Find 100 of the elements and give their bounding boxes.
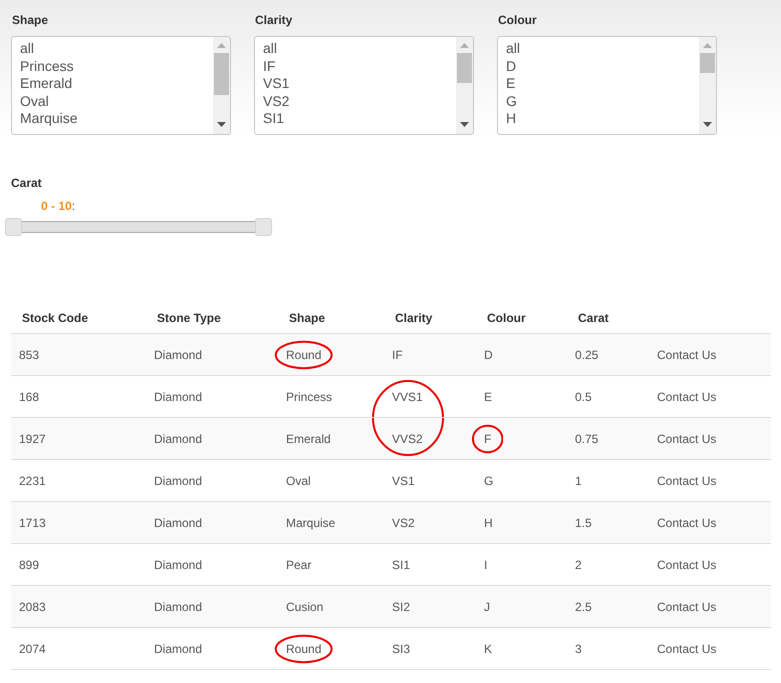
contact-link[interactable]: Contact Us (649, 586, 771, 627)
carat-range-colon: : (72, 199, 76, 214)
list-option[interactable]: D (506, 58, 516, 76)
table-cell-text: 2 (574, 556, 583, 574)
table-cell-text: Diamond (153, 556, 204, 574)
list-option[interactable]: all (506, 40, 520, 58)
list-option[interactable]: all (263, 40, 278, 58)
list-option[interactable]: Oval (20, 92, 49, 110)
scroll-up-icon[interactable] (217, 43, 226, 49)
table-cell-text: Oval (285, 472, 312, 490)
table-cell: VVS1 (370, 376, 470, 417)
table-cell-text: Diamond (153, 640, 204, 658)
table-cell-text: Marquise (285, 514, 336, 532)
list-box[interactable]: all IF VS1 VS2 SI1 (254, 36, 474, 135)
table-cell-text: E (483, 388, 494, 406)
list-option[interactable]: VS1 (263, 75, 290, 93)
list-option[interactable]: all (20, 40, 34, 58)
table-cell-text: 0.5 (574, 388, 593, 406)
scroll-thumb[interactable] (700, 53, 715, 73)
table-cell-text: 2.5 (574, 598, 593, 616)
contact-link[interactable]: Contact Us (649, 502, 771, 543)
scroll-down-icon[interactable] (217, 121, 226, 127)
table-cell-text: Diamond (153, 346, 204, 364)
table-cell-text: 0.25 (574, 346, 600, 364)
table-cell-text: G (483, 472, 494, 490)
range-slider[interactable] (5, 218, 272, 236)
annotation-circle (274, 634, 334, 664)
contact-link[interactable]: Contact Us (649, 334, 771, 375)
table-cell-text: Emerald (285, 430, 332, 448)
list-option[interactable]: SI1 (263, 110, 284, 128)
column-header: Clarity (395, 310, 432, 324)
table-cell-text: 3 (574, 640, 583, 658)
table-cell-text: 168 (18, 388, 40, 406)
table-cell-text: 0.75 (574, 430, 600, 448)
table-cell: Round (270, 334, 370, 375)
table-cell-text: IF (391, 346, 404, 364)
scrollbar[interactable] (456, 37, 473, 134)
table-cell-text: Cusion (285, 598, 324, 616)
table-cell-text: H (483, 514, 494, 532)
table-cell-text: 2231 (18, 472, 47, 490)
table-cell-text: D (483, 346, 494, 364)
scroll-thumb[interactable] (214, 53, 229, 95)
list-option[interactable]: Marquise (20, 110, 78, 128)
scroll-up-icon[interactable] (460, 43, 469, 49)
list-option[interactable]: Emerald (20, 75, 72, 93)
table-cell-text: Diamond (153, 598, 204, 616)
table-cell: F (470, 418, 567, 459)
table-cell-text: VS1 (391, 472, 416, 490)
contact-link[interactable]: Contact Us (649, 376, 771, 417)
table-cell: VVS2 (370, 418, 470, 459)
contact-link[interactable]: Contact Us (649, 628, 771, 669)
table-cell-text: I (483, 556, 488, 574)
contact-link[interactable]: Contact Us (649, 418, 771, 459)
scrollbar[interactable] (699, 37, 716, 134)
contact-link[interactable]: Contact Us (649, 460, 771, 501)
table-cell-text: 1713 (18, 514, 47, 532)
table-cell-text: Pear (285, 556, 312, 574)
column-header: Shape (289, 310, 326, 324)
filter-label: Clarity (254, 13, 294, 28)
slider-handle[interactable] (255, 218, 272, 236)
slider-handle[interactable] (5, 218, 22, 236)
list-option[interactable]: IF (263, 58, 276, 76)
scroll-down-icon[interactable] (703, 121, 712, 127)
list-box[interactable]: all Princess Emerald Oval Marquise (11, 36, 231, 135)
table-cell-text: 1 (574, 472, 583, 490)
column-header: Colour (487, 310, 526, 324)
table-cell-text: 853 (18, 346, 40, 364)
list-option[interactable]: G (506, 92, 517, 110)
table-cell-text: VS2 (391, 514, 416, 532)
carat-label: Carat (11, 176, 42, 191)
carat-range-value: 0 - 10 (41, 199, 72, 214)
scrollbar[interactable] (213, 37, 230, 134)
annotation-circle (274, 340, 334, 370)
table-cell-text: Diamond (153, 430, 204, 448)
filter-label: Colour (497, 13, 538, 28)
table-cell-text: 1.5 (574, 514, 593, 532)
column-header: Carat (578, 310, 609, 324)
contact-link[interactable]: Contact Us (649, 544, 771, 585)
table-cell-text: 2074 (18, 640, 47, 658)
column-header: Stock Code (22, 310, 88, 324)
table-cell-text: J (483, 598, 491, 616)
list-option[interactable]: Princess (20, 58, 74, 76)
table-cell-text: 1927 (18, 430, 47, 448)
scroll-down-icon[interactable] (460, 121, 469, 127)
list-option[interactable]: H (506, 110, 516, 128)
table-cell: Round (270, 628, 370, 669)
scroll-thumb[interactable] (457, 53, 472, 83)
list-option[interactable]: E (506, 75, 516, 93)
list-option[interactable]: VS2 (263, 92, 290, 110)
table-cell-text: 2083 (18, 598, 47, 616)
table-cell-text: SI1 (391, 556, 412, 574)
table-cell-text: Diamond (153, 514, 204, 532)
column-header: Stone Type (157, 310, 221, 324)
table-cell-text: Princess (285, 388, 334, 406)
table-cell-text: K (483, 640, 494, 658)
table-cell-text: 899 (18, 556, 40, 574)
scroll-up-icon[interactable] (703, 43, 712, 49)
list-box[interactable]: all D E G H (497, 36, 717, 135)
table-cell-text: SI3 (391, 640, 412, 658)
filter-label: Shape (11, 13, 50, 28)
